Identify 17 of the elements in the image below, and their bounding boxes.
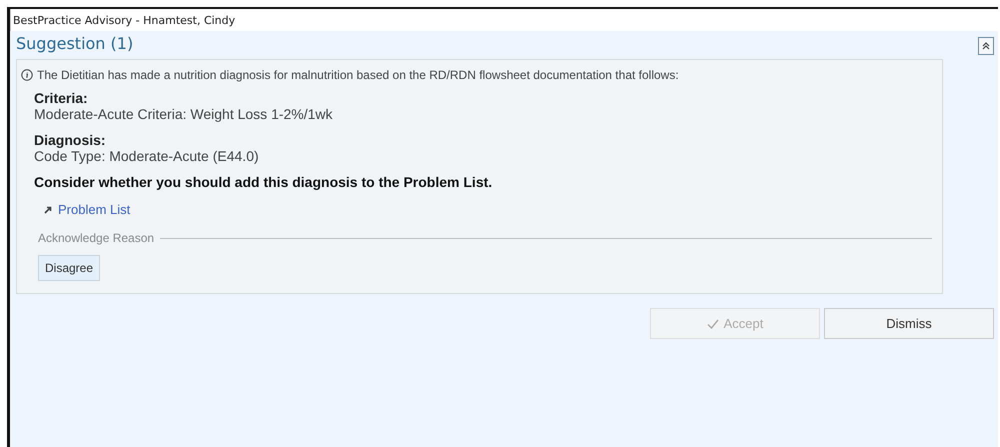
chevron-up-icon — [981, 41, 991, 51]
collapse-button[interactable] — [978, 37, 994, 55]
info-icon — [21, 69, 33, 81]
block-text: Code Type: Moderate-Acute (E44.0) — [34, 148, 260, 164]
prompt-text: Consider whether you should add this diagnosis to the Problem List. — [34, 174, 494, 190]
acknowledge-label: Acknowledge Reason — [38, 231, 154, 245]
reason-button[interactable]: Disagree — [38, 255, 100, 281]
dismiss-button[interactable]: Dismiss — [824, 308, 994, 339]
window-title: BestPractice Advisory - Hnamtest, Cindy — [13, 14, 236, 26]
section-title: Suggestion (1) — [16, 34, 134, 52]
arrow-icon — [44, 206, 52, 214]
block-heading: Criteria: — [34, 90, 89, 106]
problem-list-link[interactable]: Problem List — [58, 202, 130, 217]
block-text: Moderate-Acute Criteria: Weight Loss 1-2%/1wk — [34, 106, 334, 122]
advisory-message: The Dietitian has made a nutrition diagnosis for malnutrition based on the RD/RDN flowsheet documentation that follows: — [37, 68, 679, 82]
block-heading: Diagnosis: — [34, 132, 107, 148]
checkmark-icon — [706, 318, 719, 328]
